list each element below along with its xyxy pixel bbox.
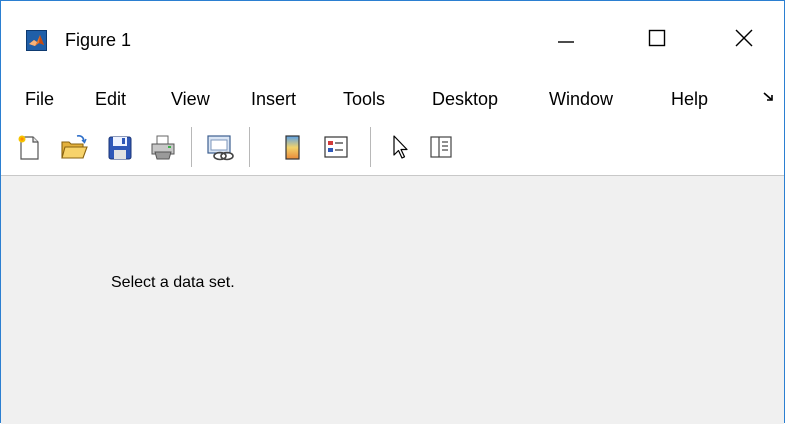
toolbar-separator	[191, 127, 192, 167]
menu-overflow-arrow-icon[interactable]	[761, 87, 777, 107]
menu-edit[interactable]: Edit	[95, 87, 126, 111]
open-property-inspector-icon[interactable]	[426, 132, 456, 162]
window-title: Figure 1	[65, 30, 132, 50]
menu-file[interactable]: File	[25, 87, 54, 111]
minimize-button[interactable]	[536, 11, 596, 69]
maximize-icon	[647, 28, 667, 53]
menu-tools[interactable]: Tools	[343, 87, 385, 111]
figure-window: Figure 1 File Edit View Insert Tools Des…	[0, 0, 785, 424]
maximize-button[interactable]	[627, 11, 687, 69]
print-figure-icon[interactable]	[148, 132, 178, 162]
menu-window[interactable]: Window	[549, 87, 613, 111]
title-bar[interactable]: Figure 1	[1, 1, 784, 79]
toolbar-separator	[249, 127, 250, 167]
open-file-icon[interactable]	[59, 132, 89, 162]
menu-insert[interactable]: Insert	[251, 87, 296, 111]
insert-legend-icon[interactable]	[321, 132, 351, 162]
close-button[interactable]	[714, 11, 774, 69]
menu-help[interactable]: Help	[671, 87, 708, 111]
save-figure-icon[interactable]	[105, 132, 135, 162]
status-message: Select a data set.	[111, 274, 235, 291]
figure-toolbar	[1, 117, 784, 176]
figure-canvas[interactable]: Select a data set.	[1, 176, 784, 424]
insert-colorbar-icon[interactable]	[278, 132, 308, 162]
menu-view[interactable]: View	[171, 87, 210, 111]
toolbar-separator	[370, 127, 371, 167]
close-icon	[734, 28, 754, 53]
menu-bar: File Edit View Insert Tools Desktop Wind…	[1, 79, 784, 117]
minimize-icon	[556, 28, 576, 53]
edit-plot-icon[interactable]	[385, 132, 415, 162]
matlab-logo-icon[interactable]	[26, 30, 47, 51]
new-figure-icon[interactable]	[14, 132, 44, 162]
menu-desktop[interactable]: Desktop	[432, 87, 498, 111]
link-plot-icon[interactable]	[205, 132, 235, 162]
